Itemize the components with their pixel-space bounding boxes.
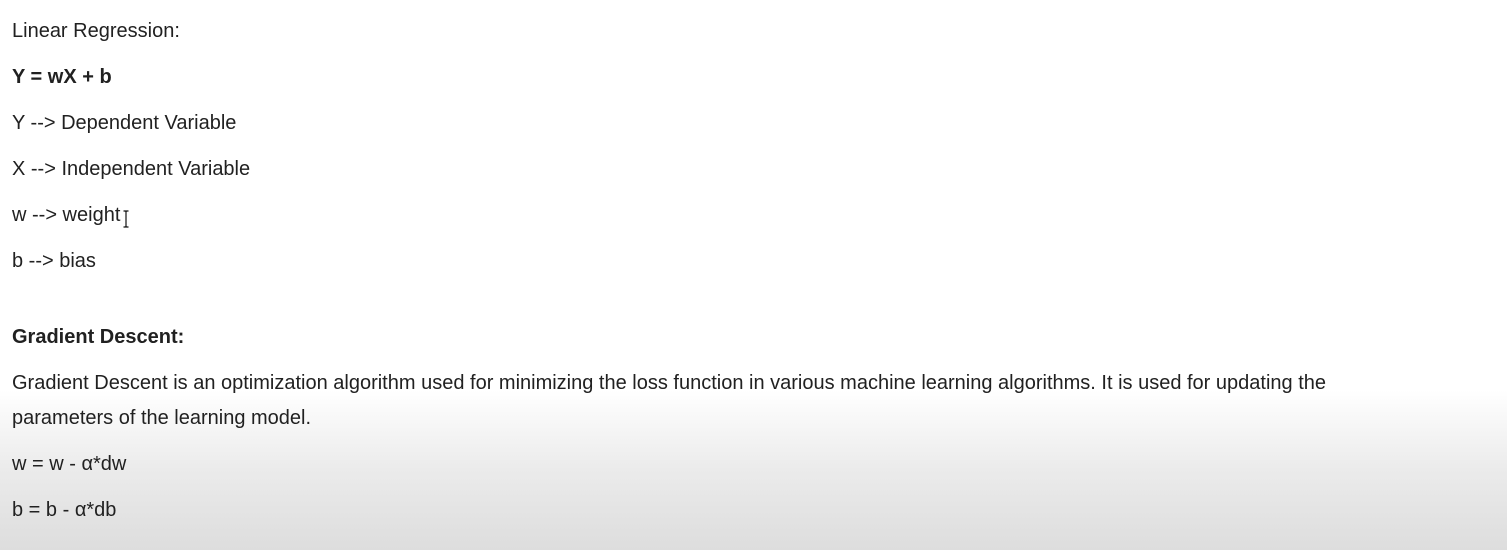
update-rule-b: b = b - α*db — [12, 499, 117, 521]
definition-b: b --> bias — [12, 250, 96, 272]
definition-w: w --> weight — [12, 204, 121, 226]
text-cursor-icon — [123, 210, 129, 228]
regression-equation: Y = wX + b — [12, 66, 112, 88]
update-rule-w: w = w - α*dw — [12, 453, 127, 475]
heading-gradient-descent: Gradient Descent: — [12, 326, 185, 348]
definition-x: X --> Independent Variable — [12, 158, 251, 180]
definition-y: Y --> Dependent Variable — [12, 112, 237, 134]
gradient-descent-description: Gradient Descent is an optimization algo… — [12, 372, 1326, 429]
heading-linear-regression: Linear Regression: — [12, 20, 180, 42]
